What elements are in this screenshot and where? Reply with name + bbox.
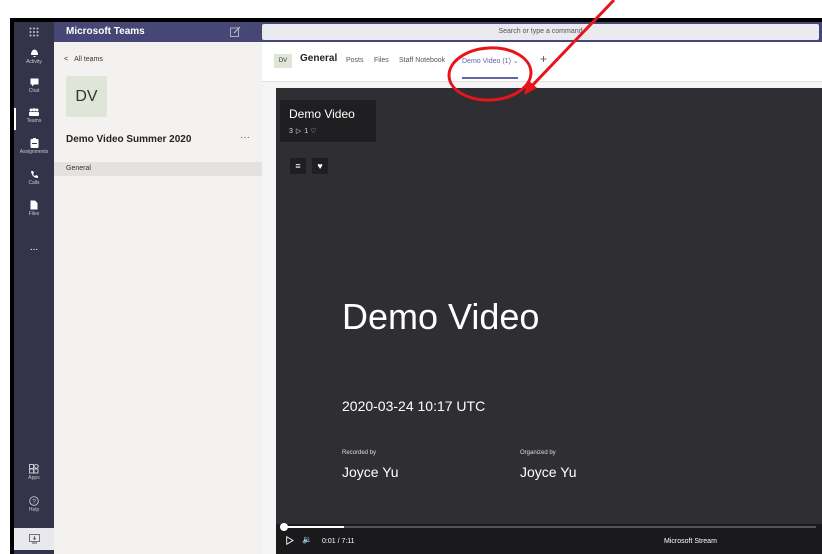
team-more-options-button[interactable]: ··· xyxy=(240,132,250,143)
rail-label: Activity xyxy=(26,59,42,65)
slide-title: Demo Video xyxy=(342,296,540,337)
svg-text:?: ? xyxy=(32,498,36,505)
app-launcher-button[interactable] xyxy=(14,22,54,42)
chat-icon xyxy=(30,78,38,87)
rail-item-help[interactable]: ? Help xyxy=(14,496,54,518)
rail-label: Apps xyxy=(28,475,40,481)
rail-item-activity[interactable]: Activity xyxy=(14,48,54,70)
tab-demo-video-label: Demo Video (1) xyxy=(462,58,511,65)
chevron-left-icon: < xyxy=(64,56,69,63)
rail-item-chat[interactable]: Chat xyxy=(14,78,54,100)
active-tab-indicator xyxy=(462,77,518,79)
playlist-icon: ≡ xyxy=(295,161,301,171)
video-title: Demo Video xyxy=(289,107,355,121)
rail-label: Teams xyxy=(26,118,42,124)
app-title: Microsoft Teams xyxy=(66,26,145,37)
chevron-down-icon: ⌄ xyxy=(512,58,519,65)
all-teams-link[interactable]: < All teams xyxy=(64,56,103,63)
waffle-icon xyxy=(29,27,39,37)
like-button[interactable]: ♥ xyxy=(312,158,328,174)
channel-header: DV General Posts Files Staff Notebook De… xyxy=(262,42,822,82)
add-tab-button[interactable]: + xyxy=(540,52,547,66)
rail-item-assignments[interactable]: Assignments xyxy=(14,138,54,162)
new-chat-icon[interactable] xyxy=(230,26,241,37)
all-teams-label: All teams xyxy=(74,56,103,63)
player-controls: 🔉 0:01 / 7:11 Microsoft Stream xyxy=(276,523,822,554)
apps-icon xyxy=(29,464,39,474)
channel-item-general[interactable]: General xyxy=(54,162,262,176)
tab-files[interactable]: Files xyxy=(374,57,389,64)
teams-icon xyxy=(29,108,39,116)
video-info-box: Demo Video 3 ▷ 1 ♡ xyxy=(280,100,376,142)
files-icon xyxy=(30,200,38,210)
download-icon xyxy=(28,534,40,544)
rail-label: Files xyxy=(28,211,40,217)
search-input[interactable]: Search or type a command xyxy=(262,24,819,40)
like-count: 1 xyxy=(304,128,309,135)
time-display: 0:01 / 7:11 xyxy=(322,538,355,545)
download-app-button[interactable] xyxy=(14,528,54,550)
rail-item-calls[interactable]: Calls xyxy=(14,170,54,192)
more-icon: ... xyxy=(29,242,39,253)
rail-item-apps[interactable]: Apps xyxy=(14,464,54,486)
rail-label: Help xyxy=(28,507,40,513)
main-content: DV General Posts Files Staff Notebook De… xyxy=(262,42,822,554)
tab-posts[interactable]: Posts xyxy=(346,57,364,64)
recorded-by-value: Joyce Yu xyxy=(342,464,399,480)
video-stats: 3 ▷ 1 ♡ xyxy=(289,127,316,135)
organized-by-label: Organized by xyxy=(520,450,556,456)
tab-demo-video[interactable]: Demo Video (1) ⌄ xyxy=(462,57,519,65)
phone-icon xyxy=(30,171,38,178)
app-rail: Activity Chat Teams Assignments Calls Fi… xyxy=(14,22,54,554)
rail-label: Assignments xyxy=(19,149,49,155)
heart-outline-icon: ♡ xyxy=(310,128,317,135)
tab-staff-notebook[interactable]: Staff Notebook xyxy=(399,57,445,64)
play-count-icon: ▷ xyxy=(295,128,302,135)
rail-label: Chat xyxy=(28,88,40,94)
volume-icon[interactable]: 🔉 xyxy=(302,535,312,544)
video-player[interactable]: Demo Video 3 ▷ 1 ♡ ≡ ♥ Demo Video 2020-03-2… xyxy=(276,88,822,554)
progress-bar[interactable] xyxy=(280,523,816,531)
channel-name: General xyxy=(300,53,338,64)
team-avatar: DV xyxy=(66,76,107,117)
progress-fill xyxy=(282,526,344,528)
rail-item-files[interactable]: Files xyxy=(14,200,54,222)
stream-brand: Microsoft Stream xyxy=(664,538,717,545)
progress-knob[interactable] xyxy=(280,523,288,531)
team-name: Demo Video Summer 2020 xyxy=(66,134,192,145)
organized-by-value: Joyce Yu xyxy=(520,464,577,480)
play-icon[interactable] xyxy=(286,536,294,545)
recorded-by-label: Recorded by xyxy=(342,450,377,456)
heart-icon: ♥ xyxy=(317,161,323,171)
help-icon: ? xyxy=(29,496,39,506)
slide-date: 2020-03-24 10:17 UTC xyxy=(342,398,486,414)
top-bar: Microsoft Teams Search or type a command xyxy=(54,22,822,42)
rail-item-teams[interactable]: Teams xyxy=(14,108,54,130)
assignments-icon xyxy=(30,138,38,148)
playlist-button[interactable]: ≡ xyxy=(290,158,306,174)
team-panel: < All teams DV Demo Video Summer 2020 ···… xyxy=(54,42,262,554)
rail-label: Calls xyxy=(28,180,40,186)
channel-avatar: DV xyxy=(274,54,292,68)
view-count: 3 xyxy=(289,128,293,135)
rail-more-button[interactable]: ... xyxy=(14,242,54,256)
bell-icon xyxy=(30,49,38,57)
